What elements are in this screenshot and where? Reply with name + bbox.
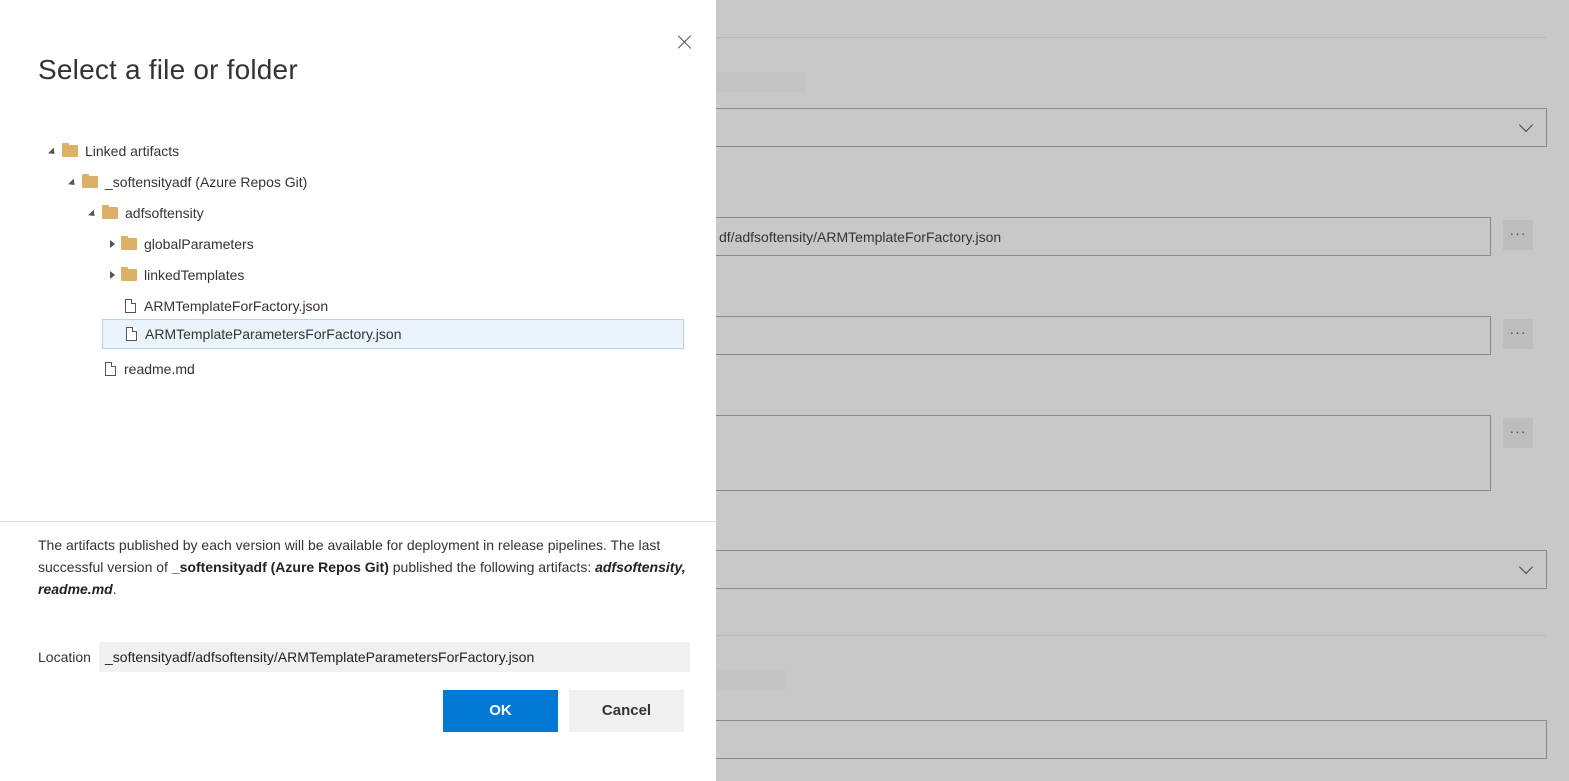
folder-icon <box>121 236 137 250</box>
chevron-down-icon <box>1518 117 1534 133</box>
info-text-part: . <box>112 581 117 597</box>
background-divider <box>716 37 1546 38</box>
ok-button[interactable]: OK <box>443 690 558 732</box>
background-dropdown-1[interactable] <box>700 108 1547 147</box>
tree-node-repo[interactable]: _softensityadf (Azure Repos Git) <box>68 167 307 197</box>
tree-node-adfsoftensity[interactable]: adfsoftensity <box>88 198 204 228</box>
artifacts-info-text: The artifacts published by each version … <box>38 534 688 600</box>
tree-node-label: linkedTemplates <box>144 267 245 283</box>
file-picker-dialog: Select a file or folder Linked artifacts… <box>0 0 716 781</box>
chevron-down-icon <box>1518 559 1534 575</box>
background-input-bottom[interactable] <box>700 720 1547 759</box>
background-dropdown-2[interactable] <box>700 550 1547 589</box>
browse-template-button[interactable]: ··· <box>1503 220 1533 250</box>
folder-icon <box>102 205 118 219</box>
file-icon <box>125 299 136 313</box>
tree-node-label: _softensityadf (Azure Repos Git) <box>105 174 308 190</box>
collapse-arrow-icon[interactable] <box>110 271 115 279</box>
browse-override-button[interactable]: ··· <box>1503 418 1533 448</box>
dialog-divider <box>0 521 716 522</box>
tree-node-label: ARMTemplateForFactory.json <box>144 298 329 314</box>
tree-node-armtemplateparameters[interactable]: ARMTemplateParametersForFactory.json <box>102 319 684 349</box>
background-divider <box>716 635 1546 636</box>
template-file-value: df/adfsoftensity/ARMTemplateForFactory.j… <box>719 229 1002 245</box>
cancel-button[interactable]: Cancel <box>569 690 684 732</box>
expand-arrow-icon[interactable] <box>48 147 58 157</box>
info-text-part: published the following artifacts: <box>388 559 596 575</box>
tree-node-label: Linked artifacts <box>85 143 180 159</box>
tree-node-label: globalParameters <box>144 236 254 252</box>
background-heading <box>716 72 806 92</box>
template-file-input[interactable]: df/adfsoftensity/ARMTemplateForFactory.j… <box>700 217 1491 256</box>
folder-icon <box>62 143 78 157</box>
info-repo-name: _softensityadf (Azure Repos Git) <box>171 559 389 575</box>
browse-parameters-button[interactable]: ··· <box>1503 319 1533 349</box>
tree-node-label: adfsoftensity <box>125 205 204 221</box>
background-heading <box>716 670 786 690</box>
tree-node-linkedtemplates[interactable]: linkedTemplates <box>110 260 244 290</box>
dialog-title: Select a file or folder <box>38 54 298 85</box>
tree-node-globalparameters[interactable]: globalParameters <box>110 229 254 259</box>
location-field[interactable]: _softensityadf/adfsoftensity/ARMTemplate… <box>99 642 690 672</box>
template-parameters-input[interactable] <box>700 316 1491 355</box>
file-icon <box>105 362 116 376</box>
close-icon[interactable] <box>674 32 696 54</box>
folder-icon <box>82 174 98 188</box>
expand-arrow-icon[interactable] <box>88 209 98 219</box>
tree-node-label: readme.md <box>124 361 195 377</box>
collapse-arrow-icon[interactable] <box>110 240 115 248</box>
folder-icon <box>121 267 137 281</box>
override-parameters-input[interactable] <box>700 415 1491 491</box>
tree-node-label: ARMTemplateParametersForFactory.json <box>145 326 402 342</box>
file-icon <box>126 327 137 341</box>
tree-node-armtemplate[interactable]: ARMTemplateForFactory.json <box>125 291 328 321</box>
tree-node-readme[interactable]: readme.md <box>105 354 195 384</box>
expand-arrow-icon[interactable] <box>68 178 78 188</box>
location-label: Location <box>38 649 91 665</box>
tree-node-linked-artifacts[interactable]: Linked artifacts <box>48 136 179 166</box>
